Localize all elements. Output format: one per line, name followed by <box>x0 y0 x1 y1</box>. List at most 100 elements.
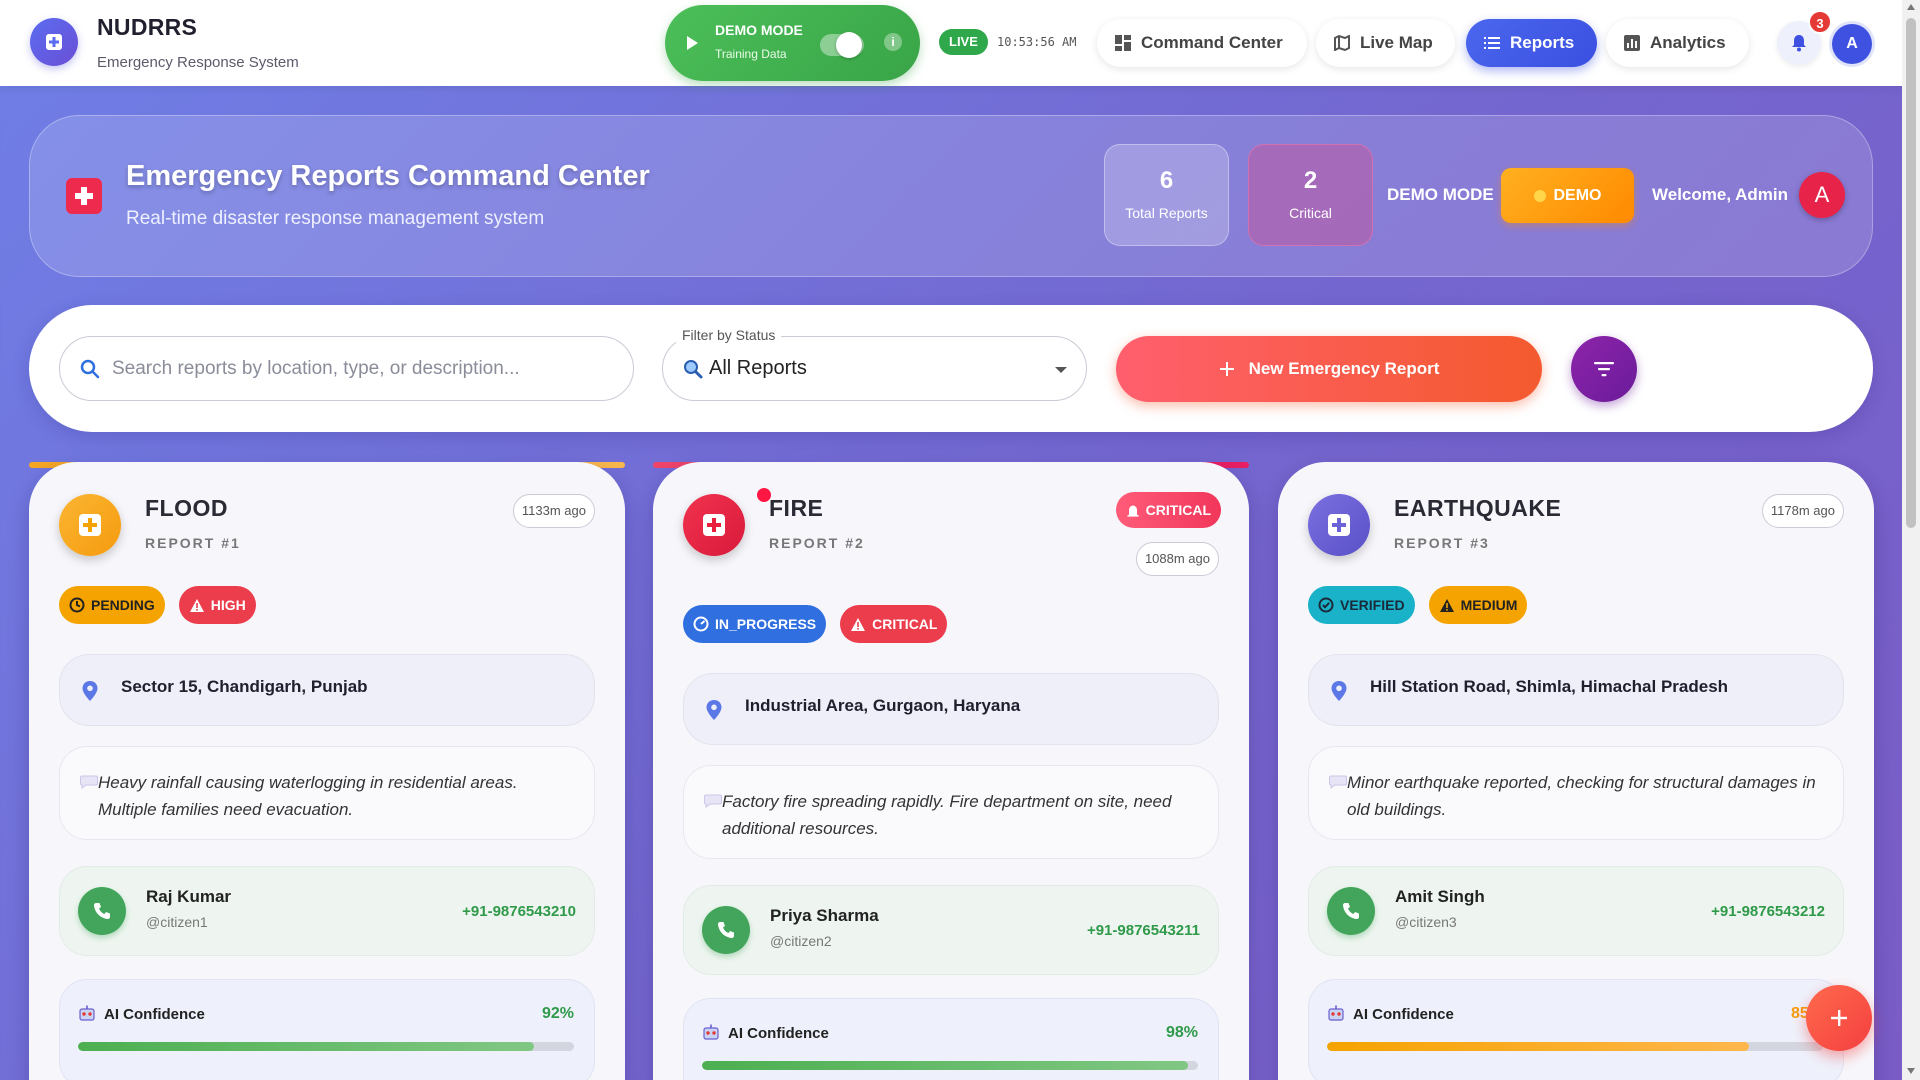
warning-icon <box>189 598 204 612</box>
info-icon[interactable]: i <box>884 33 902 51</box>
new-emergency-report-button[interactable]: New Emergency Report <box>1116 336 1542 402</box>
search-box[interactable] <box>59 336 634 401</box>
floating-add-button[interactable] <box>1806 985 1872 1051</box>
user-avatar[interactable]: A <box>1832 24 1872 64</box>
reporter-username: @citizen2 <box>770 933 832 949</box>
critical-reports-label: Critical <box>1289 205 1332 221</box>
filter-icon <box>1594 362 1614 377</box>
report-number: REPORT #1 <box>145 535 241 551</box>
medical-cross-icon <box>46 34 62 50</box>
demo-mode-toggle[interactable] <box>820 32 864 58</box>
phone-icon[interactable] <box>1327 887 1375 935</box>
nav-analytics[interactable]: Analytics <box>1606 19 1749 67</box>
status-filter-select[interactable]: All Reports <box>662 336 1087 401</box>
location-text: Hill Station Road, Shimla, Himachal Prad… <box>1370 677 1729 696</box>
report-card-fire[interactable]: FIRE REPORT #2 CRITICAL 1088m ago IN_PRO… <box>653 462 1249 1080</box>
severity-badge: HIGH <box>178 586 256 624</box>
check-circle-icon <box>1318 597 1334 613</box>
phone-icon[interactable] <box>702 906 750 954</box>
earthquake-type-icon <box>1308 494 1370 556</box>
plus-icon <box>1219 362 1234 376</box>
description-text: Heavy rainfall causing waterlogging in r… <box>98 773 518 819</box>
live-badge: LIVE <box>939 29 988 55</box>
phone-icon[interactable] <box>78 887 126 935</box>
status-badge: VERIFIED <box>1308 586 1415 624</box>
chevron-down-icon <box>1055 367 1067 373</box>
status-filter-label: Filter by Status <box>676 327 782 343</box>
welcome-text: Welcome, Admin <box>1652 185 1789 204</box>
location-box: Industrial Area, Gurgaon, Haryana <box>683 673 1219 745</box>
ai-confidence-box: AI Confidence 92% <box>59 979 595 1080</box>
search-input[interactable] <box>112 349 612 389</box>
app-subtitle: Emergency Response System <box>97 54 299 71</box>
description-text: Factory fire spreading rapidly. Fire dep… <box>722 792 1172 838</box>
severity-badge-label: MEDIUM <box>1460 597 1518 613</box>
robot-icon <box>79 1005 95 1021</box>
plus-icon <box>1831 1010 1847 1026</box>
time-ago-badge: 1088m ago <box>1135 542 1219 576</box>
speech-bubble-icon <box>704 794 722 808</box>
location-box: Hill Station Road, Shimla, Himachal Prad… <box>1308 654 1844 726</box>
reporter-phone[interactable]: +91-9876543211 <box>1087 922 1200 939</box>
ai-confidence-value: 92% <box>541 1005 574 1022</box>
ai-confidence-box: AI Confidence 98% <box>683 998 1219 1080</box>
demo-button[interactable]: DEMO <box>1501 168 1634 223</box>
magnifier-icon <box>684 360 703 379</box>
priority-badge-label: CRITICAL <box>1145 502 1211 518</box>
scroll-down-arrow-icon[interactable] <box>1907 1068 1915 1074</box>
fire-type-icon <box>683 494 745 556</box>
location-box: Sector 15, Chandigarh, Punjab <box>59 654 595 726</box>
nav-command-center[interactable]: Command Center <box>1097 19 1307 67</box>
severity-badge-label: CRITICAL <box>872 616 938 632</box>
severity-badge: MEDIUM <box>1428 586 1528 624</box>
page-subtitle: Real-time disaster response management s… <box>126 208 545 229</box>
reporter-phone[interactable]: +91-9876543212 <box>1711 903 1825 920</box>
app-logo[interactable] <box>30 18 78 66</box>
command-center-header: Emergency Reports Command Center Real-ti… <box>29 115 1873 277</box>
total-reports-value: 6 <box>1159 167 1174 194</box>
demo-mode-title: DEMO MODE <box>715 22 803 38</box>
time-ago-badge: 1133m ago <box>512 494 595 528</box>
bell-icon <box>1792 35 1806 52</box>
scrollbar-thumb[interactable] <box>1906 18 1916 528</box>
demo-mode-subtitle: Training Data <box>715 47 787 61</box>
ai-confidence-bar <box>702 1061 1198 1070</box>
live-clock: 10:53:56 AM <box>997 35 1077 49</box>
status-filter-value: All Reports <box>709 357 807 379</box>
toggle-knob <box>836 32 862 58</box>
ai-confidence-value: 98% <box>1165 1024 1198 1041</box>
severity-badge-label: HIGH <box>210 597 246 613</box>
reporter-phone[interactable]: +91-9876543210 <box>462 903 576 920</box>
admin-avatar[interactable]: A <box>1799 172 1845 218</box>
notification-count-badge: 3 <box>1808 10 1832 34</box>
nav-reports-label: Reports <box>1510 33 1575 52</box>
demo-indicator-icon <box>1533 189 1546 202</box>
status-badge-label: VERIFIED <box>1340 597 1405 613</box>
map-icon <box>1334 35 1350 51</box>
nav-reports[interactable]: Reports <box>1466 19 1597 67</box>
reporter-username: @citizen1 <box>146 914 208 930</box>
reporter-name: Amit Singh <box>1395 887 1485 906</box>
nav-live-map[interactable]: Live Map <box>1316 19 1455 67</box>
ai-confidence-bar <box>78 1042 574 1051</box>
status-badge-label: PENDING <box>91 597 155 613</box>
nav-live-map-label: Live Map <box>1360 33 1433 52</box>
report-number: REPORT #3 <box>1394 535 1490 551</box>
reporter-contact: Amit Singh @citizen3 +91-9876543212 <box>1308 866 1844 956</box>
status-badges: VERIFIED MEDIUM <box>1308 586 1528 624</box>
report-type: FLOOD <box>145 495 228 521</box>
scroll-up-arrow-icon[interactable] <box>1907 4 1915 10</box>
page-scrollbar[interactable] <box>1902 0 1920 1080</box>
ai-confidence-label: AI Confidence <box>1353 1006 1454 1023</box>
demo-mode-panel: DEMO MODE Training Data <box>665 5 920 81</box>
report-card-earthquake[interactable]: EARTHQUAKE REPORT #3 1178m ago VERIFIED … <box>1278 462 1874 1080</box>
nav-command-center-label: Command Center <box>1141 33 1283 52</box>
filter-button[interactable] <box>1571 336 1637 402</box>
dashboard-icon <box>1115 35 1131 51</box>
play-icon[interactable] <box>685 35 699 51</box>
status-badges: IN_PROGRESS CRITICAL <box>683 605 948 643</box>
status-badges: PENDING HIGH <box>59 586 256 624</box>
emergency-cross-icon <box>66 178 102 214</box>
siren-icon <box>1127 505 1139 517</box>
report-card-flood[interactable]: FLOOD REPORT #1 1133m ago PENDING HIGH S… <box>29 462 625 1080</box>
